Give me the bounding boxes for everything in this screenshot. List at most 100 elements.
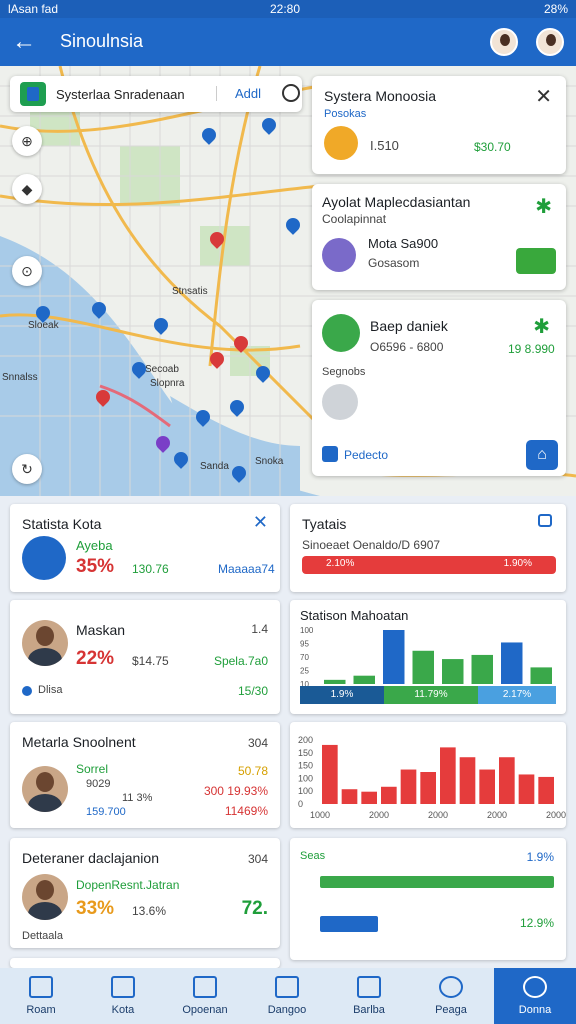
nav-item-dangoo[interactable]: Dangoo [246, 968, 328, 1024]
clock: 22:80 [270, 2, 301, 16]
card-sub: DopenResnt.Jatran [76, 878, 180, 892]
panel-title: Systera Monoosia [324, 88, 437, 104]
card-big-value: 72. [241, 898, 268, 919]
panel-title: Ayolat Maplecdasiantan [322, 194, 471, 210]
nav-item-peaga[interactable]: Peaga [410, 968, 492, 1024]
map-label: Snoka [255, 456, 284, 467]
nav-item-opoenan[interactable]: Opoenan [164, 968, 246, 1024]
card-metana[interactable]: Metarla Snoolnent 304 Sorrel 9029 11 3% … [10, 722, 280, 828]
close-icon[interactable]: ✕ [253, 512, 268, 533]
app-logo-icon [20, 82, 46, 106]
close-icon[interactable]: ✕ [535, 84, 552, 109]
card-sub: Sinoeaet Oenaldo/D 6907 [302, 538, 441, 552]
avatar[interactable] [490, 28, 518, 56]
nav-label: Dangoo [267, 1004, 307, 1016]
nav-label: Roam [26, 1004, 56, 1016]
nav-item-donna[interactable]: Donna [494, 968, 576, 1024]
card-value: $14.75 [132, 654, 169, 668]
profile-photo [22, 874, 68, 920]
y-tick-label: 0 [298, 799, 303, 809]
card-percent: 35% [76, 556, 115, 577]
profile-photo [22, 766, 68, 812]
back-arrow-icon[interactable]: ← [12, 28, 36, 56]
bar-chart-station: 10095702510 [300, 626, 552, 688]
card-title: Metarla Snoolnent [22, 734, 136, 750]
segment-bar: 2.17% [478, 686, 556, 704]
card-line: 9029 [86, 778, 111, 790]
progress-value: 12.9% [519, 916, 554, 930]
progress-label: Seas [300, 850, 326, 862]
card-percent: 33% [76, 898, 115, 919]
navigate-icon[interactable]: ⌂ [526, 440, 558, 470]
card-red-chart[interactable]: 200 150 150 100 100 0 1000 2000 2000 2000 2000 [290, 722, 566, 828]
nav-item-barlba[interactable]: Barlba [328, 968, 410, 1024]
panel-item: Mota Sa900 [368, 236, 439, 251]
card-foot: Dettaala [22, 930, 63, 942]
card-number: 304 [247, 736, 268, 750]
nav-item-kota[interactable]: Kota [82, 968, 164, 1024]
layers-icon[interactable]: ◆ [12, 174, 42, 204]
card-maskan[interactable]: Maskan 1.4 22% $14.75 Spela.7a0 Dlisa 15… [10, 600, 280, 714]
map-search-bar[interactable]: Systerlaa Snradenaan Addl [10, 76, 302, 112]
list-icon [357, 976, 381, 998]
nav-item-home[interactable]: Roam [0, 968, 82, 1024]
segment-bar: 1.9% [300, 686, 384, 704]
compass-icon[interactable]: ⊙ [12, 256, 42, 286]
panel-price: 19 8.990 [508, 342, 555, 356]
x-tick-label: 2000 [487, 810, 507, 820]
y-tick-label: 150 [298, 748, 313, 758]
card-link[interactable]: Maaaaa74 [218, 562, 275, 576]
chat-bubble-icon[interactable] [282, 84, 300, 102]
segment-bar: 11.79% [384, 686, 478, 704]
map-label: Snnalss [2, 372, 38, 383]
card-title: Statista Kota [22, 516, 102, 532]
place-panel[interactable]: Baep daniek O6596 - 6800 ✱ 19 8.990 Segn… [312, 300, 566, 476]
y-tick-label: 200 [298, 735, 313, 745]
bar [501, 642, 523, 684]
location-icon[interactable]: ⊕ [12, 126, 42, 156]
y-tick-label: 25 [300, 667, 309, 676]
place-panel[interactable]: Systera Monoosia Posokas ✕ I.510 $30.70 [312, 76, 566, 174]
bar [412, 650, 434, 684]
building-icon [322, 238, 356, 272]
panel-price: $30.70 [474, 140, 511, 154]
chart-title: Statison Mahoatan [300, 608, 409, 623]
chat-icon[interactable] [538, 514, 552, 527]
bar [530, 667, 552, 684]
card-statista-kota[interactable]: Statista Kota ✕ Ayeba 35% 130.76 Maaaaa7… [10, 504, 280, 592]
avatar-secondary[interactable] [536, 28, 564, 56]
x-tick-label: 2000 [369, 810, 389, 820]
y-tick-label: 100 [300, 626, 314, 635]
y-tick-label: 70 [300, 653, 309, 662]
landmark-icon [322, 314, 360, 352]
card-title: Deteraner daclajanion [22, 850, 159, 866]
panel-note: Segnobs [322, 366, 366, 378]
card-title: Maskan [76, 622, 126, 638]
place-panel[interactable]: Ayolat Maplecdasiantan Coolapinnat ✱ Mot… [312, 184, 566, 290]
bar [322, 744, 338, 804]
card-foot-value: 15/30 [237, 684, 268, 698]
star-icon[interactable]: ✱ [533, 314, 550, 339]
bus-icon [22, 536, 66, 580]
progress-bar: 2.10% 1.90% [302, 556, 556, 574]
star-icon[interactable]: ✱ [535, 194, 552, 219]
card-deteran[interactable]: Deteraner daclajanion 304 DopenResnt.Jat… [10, 838, 280, 948]
panel-link[interactable]: Pedecto [344, 448, 388, 462]
panel-sub: O6596 - 6800 [370, 340, 444, 354]
status-bar: lAsan fad 22:80 28% [0, 0, 576, 18]
panel-value: I.510 [370, 138, 399, 153]
y-tick-label: 150 [298, 761, 313, 771]
card-right: 300 19.93% [203, 784, 268, 798]
add-button[interactable]: Addl [216, 86, 261, 101]
page-title: Sinoulnsia [60, 31, 144, 51]
panel-subtitle: Posokas [324, 108, 367, 120]
bar [499, 757, 515, 804]
refresh-icon[interactable]: ↻ [12, 454, 42, 484]
card-progress[interactable]: Seas 1.9% 12.9% [290, 838, 566, 960]
card-tyatais[interactable]: Tyatais Sinoeaet Oenaldo/D 6907 2.10% 1.… [290, 504, 566, 592]
search-query[interactable]: Systerlaa Snradenaan [56, 87, 185, 102]
card-number: 304 [247, 852, 268, 866]
bar [538, 776, 554, 804]
bank-icon[interactable] [516, 248, 556, 274]
card-station-chart[interactable]: Statison Mahoatan 100 95 70 25 10 1.9% 11.79… [290, 600, 566, 714]
